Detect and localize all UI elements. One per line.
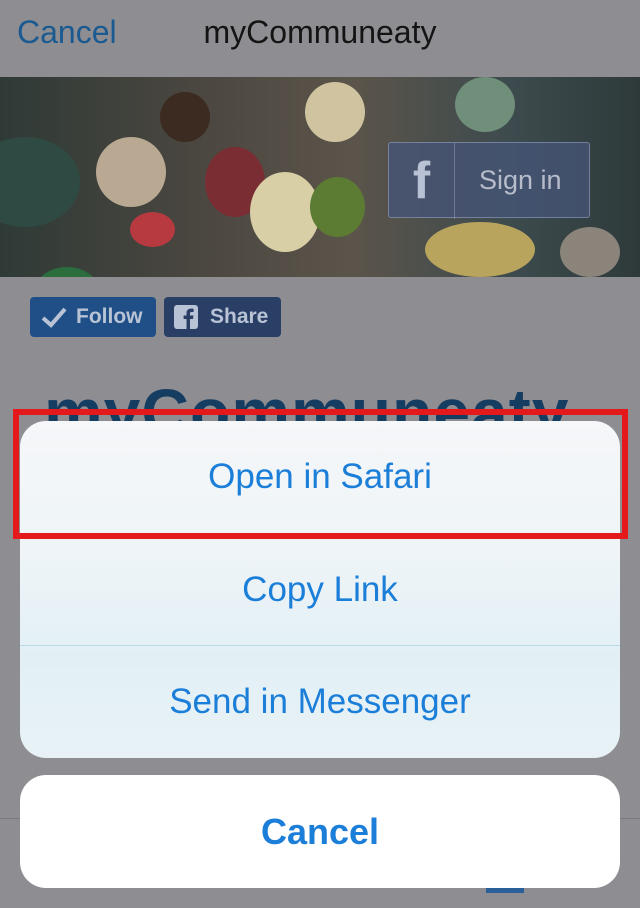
share-label: Share	[210, 305, 269, 328]
nav-title: myCommuneaty	[203, 14, 437, 50]
follow-button[interactable]: Follow	[30, 297, 156, 337]
navigation-bar: Cancel myCommuneaty	[0, 0, 640, 76]
copy-link-option[interactable]: Copy Link	[20, 534, 620, 646]
facebook-signin-button[interactable]: f Sign in	[388, 142, 590, 219]
action-sheet-cancel-button[interactable]: Cancel	[20, 775, 620, 888]
follow-label: Follow	[76, 305, 143, 328]
checkmark-icon	[40, 305, 68, 335]
facebook-share-button[interactable]: Share	[164, 297, 281, 337]
signin-label: Sign in	[479, 165, 562, 195]
highlight-box	[13, 409, 628, 539]
facebook-icon	[174, 305, 198, 335]
facebook-icon: f	[389, 143, 455, 219]
send-in-messenger-option[interactable]: Send in Messenger	[20, 646, 620, 758]
